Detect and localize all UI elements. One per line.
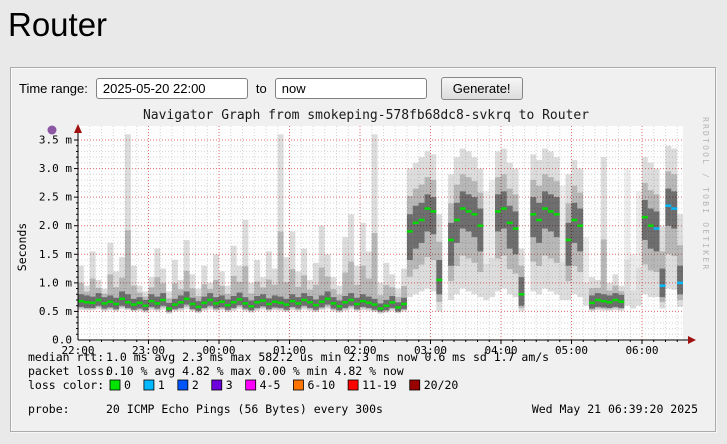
loss-color-value: 20/20 [424, 378, 459, 392]
loss-color-value: 4-5 [260, 378, 281, 392]
y-tick-label: 1.0 m [39, 276, 72, 289]
loss-color-value: 2 [192, 378, 199, 392]
probe-values: 20 ICMP Echo Pings (56 Bytes) every 300s [106, 402, 383, 416]
loss-color-value: 1 [158, 378, 165, 392]
median-rtt-label: median rtt: [28, 350, 104, 364]
y-axis-label: Seconds [15, 223, 29, 271]
loss-color-swatch [178, 380, 188, 390]
navigator-graph[interactable]: 22:0023:0000:0001:0002:0003:0004:0005:00… [14, 103, 712, 429]
graph-timestamp: Wed May 21 06:39:20 2025 [532, 402, 698, 416]
x-axis-arrow [688, 336, 696, 344]
x-tick-label: 06:00 [625, 344, 658, 357]
loss-color-swatch [144, 380, 154, 390]
loss-color-value: 11-19 [362, 378, 397, 392]
zoom-marker-dot[interactable] [48, 126, 57, 135]
y-tick-label: 3.5 m [39, 134, 72, 147]
y-tick-label: 0.5 m [39, 305, 72, 318]
loss-color-swatch [348, 380, 358, 390]
time-range-label: Time range: [19, 81, 88, 96]
median-rtt-values: 1.0 ms avg 2.3 ms max 582.2 us min 2.3 m… [106, 350, 549, 364]
loss-color-label: loss color: [28, 378, 104, 392]
time-range-form: Time range: to Generate! [11, 68, 715, 102]
control-panel: Time range: to Generate! 22:0023:0000:00… [10, 67, 716, 432]
y-tick-label: 2.0 m [39, 219, 72, 232]
y-tick-label: 2.5 m [39, 191, 72, 204]
start-time-input[interactable] [96, 78, 248, 99]
y-tick-label: 1.5 m [39, 248, 72, 261]
graph-title: Navigator Graph from smokeping-578fb68dc… [143, 108, 589, 123]
rrdtool-watermark: RRDTOOL / TOBI OETIKER [701, 117, 710, 271]
y-tick-label: 3.0 m [39, 162, 72, 175]
loss-color-swatch [212, 380, 222, 390]
loss-color-swatch [246, 380, 256, 390]
loss-color-value: 6-10 [307, 378, 335, 392]
loss-color-swatch [410, 380, 420, 390]
end-time-input[interactable] [275, 78, 427, 99]
page-title: Router [8, 6, 727, 44]
packet-loss-label: packet loss: [28, 364, 111, 378]
probe-label: probe: [28, 402, 70, 416]
y-tick-label: 0.0 [52, 334, 72, 347]
loss-color-value: 3 [226, 378, 233, 392]
loss-color-swatch [293, 380, 303, 390]
generate-button[interactable]: Generate! [441, 77, 523, 100]
loss-color-swatch [110, 380, 120, 390]
to-label: to [256, 81, 267, 96]
smoke-graph-svg[interactable]: 22:0023:0000:0001:0002:0003:0004:0005:00… [14, 103, 712, 429]
packet-loss-values: 0.10 % avg 4.82 % max 0.00 % min 4.82 % … [106, 364, 404, 378]
loss-color-value: 0 [124, 378, 131, 392]
x-tick-label: 05:00 [555, 344, 588, 357]
